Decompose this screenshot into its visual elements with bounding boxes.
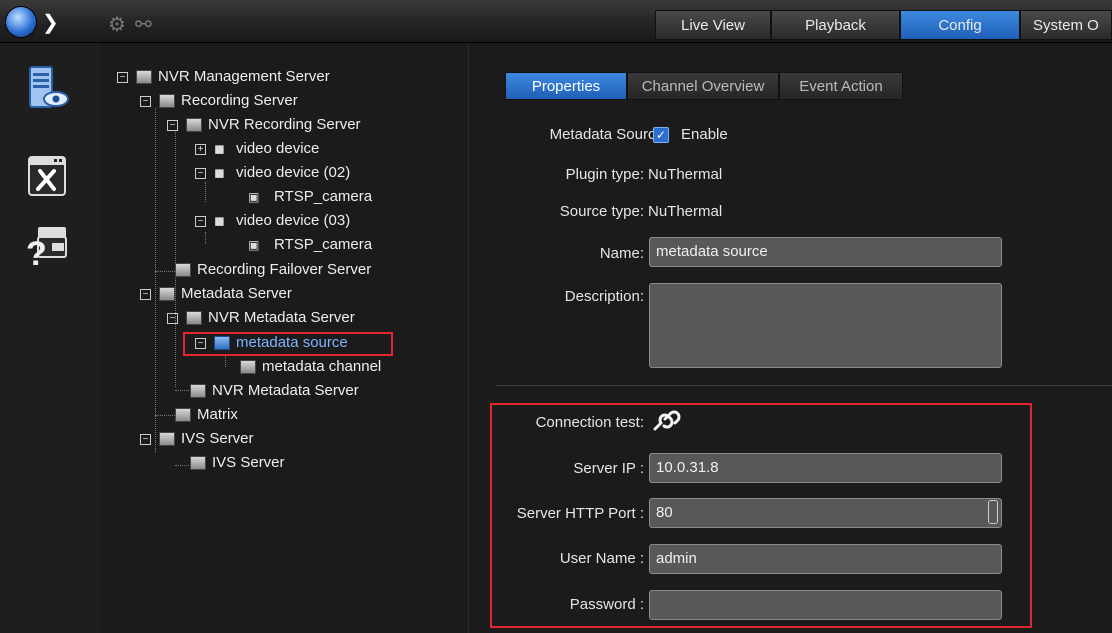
collapse-toggle-icon[interactable]: − — [195, 215, 206, 227]
tree-node-label: IVS Server — [212, 454, 285, 471]
name-field[interactable]: metadata source — [649, 237, 1002, 267]
tree-node-video-device-03[interactable]: − ◼ video device (03) — [195, 210, 350, 232]
collapse-toggle-icon[interactable]: − — [140, 288, 151, 300]
plugin-type-label: Plugin type: — [565, 166, 644, 183]
server-monitor-icon[interactable] — [24, 63, 70, 113]
tree-node-label: NVR Management Server — [158, 68, 330, 85]
tree-node-ivs-server[interactable]: IVS Server — [190, 452, 285, 474]
tree-node-matrix[interactable]: Matrix — [175, 404, 238, 426]
metadata-server-icon — [186, 311, 202, 326]
camera-icon: ◼ — [214, 213, 225, 229]
tab-playback[interactable]: Playback — [771, 10, 900, 40]
help-license-icon[interactable]: ? — [24, 221, 70, 271]
tree-node-label: Recording Server — [181, 92, 298, 109]
tree-node-label: RTSP_camera — [274, 188, 373, 205]
selection-highlight-box — [183, 332, 393, 356]
management-server-icon — [136, 70, 152, 85]
name-label: Name: — [599, 245, 644, 262]
tree-node-label: NVR Recording Server — [208, 116, 361, 133]
tree-node-nvr-metadata-server-offline[interactable]: NVR Metadata Server — [190, 380, 359, 402]
recording-server-icon — [186, 118, 202, 133]
rtsp-camera-icon: ▣ — [248, 190, 260, 205]
tree-node-rtsp-camera[interactable]: ▣ RTSP_camera — [248, 234, 372, 256]
metadata-server-icon — [159, 287, 175, 302]
settings-upload-icon[interactable]: ⚙ — [108, 12, 126, 37]
tree-node-label: IVS Server — [181, 430, 254, 447]
tree-node-management-server[interactable]: − NVR Management Server — [117, 66, 330, 88]
collapse-toggle-icon[interactable]: − — [140, 95, 151, 107]
recording-server-icon — [159, 94, 175, 109]
top-toolbar: ❯ ⚙ ⚯ Live View Playback Config System O — [0, 0, 1112, 43]
tab-event-action[interactable]: Event Action — [779, 72, 903, 100]
tab-properties[interactable]: Properties — [505, 72, 627, 100]
svg-text:?: ? — [26, 235, 47, 271]
tree-guide-line — [175, 465, 189, 466]
expand-toggle-icon[interactable]: + — [195, 143, 206, 155]
tree-node-metadata-server[interactable]: − Metadata Server — [140, 283, 292, 305]
section-divider — [495, 385, 1112, 386]
tree-guide-line — [205, 182, 206, 202]
tree-node-label: video device — [236, 140, 320, 157]
tree-guide-line — [175, 390, 189, 391]
tree-node-label: RTSP_camera — [274, 236, 373, 253]
camera-icon: ◼ — [214, 141, 225, 157]
disconnect-icon[interactable]: ⚯ — [135, 12, 152, 37]
source-type-value: NuThermal — [648, 203, 723, 220]
source-type-label: Source type: — [559, 203, 644, 220]
tree-node-ivs-server-group[interactable]: − IVS Server — [140, 428, 254, 450]
rtsp-camera-icon: ▣ — [248, 238, 260, 253]
ivs-server-icon — [190, 456, 206, 471]
collapse-toggle-icon[interactable]: − — [167, 119, 178, 131]
metadata-server-offline-icon — [190, 384, 206, 399]
matrix-icon — [175, 408, 191, 423]
tree-node-label: video device (02) — [236, 164, 351, 181]
enable-label: Enable — [681, 126, 728, 143]
tab-live-view[interactable]: Live View — [655, 10, 771, 40]
globe-menu-icon[interactable] — [6, 7, 36, 37]
tab-config[interactable]: Config — [900, 10, 1020, 40]
tab-channel-overview[interactable]: Channel Overview — [627, 72, 779, 100]
tree-node-nvr-metadata-server[interactable]: − NVR Metadata Server — [167, 307, 355, 329]
collapse-toggle-icon[interactable]: − — [117, 71, 128, 83]
tree-node-recording-server[interactable]: − Recording Server — [140, 90, 298, 112]
chevron-down-icon[interactable]: ❯ — [42, 10, 59, 35]
tree-guide-line — [225, 355, 226, 367]
camera-icon: ◼ — [214, 165, 225, 181]
tree-node-rtsp-camera[interactable]: ▣ RTSP_camera — [248, 186, 372, 208]
tree-node-label: Matrix — [197, 406, 238, 423]
tab-system-options[interactable]: System O — [1020, 10, 1112, 40]
metadata-source-label: Metadata Source: — [549, 126, 668, 143]
left-icon-rail: ? — [0, 43, 101, 633]
failover-server-icon — [175, 263, 191, 278]
connection-settings-highlight-box — [490, 403, 1032, 628]
collapse-toggle-icon[interactable]: − — [140, 433, 151, 445]
config-tools-icon[interactable] — [24, 151, 70, 201]
tree-node-label: Recording Failover Server — [197, 261, 372, 278]
tree-node-nvr-recording-server[interactable]: − NVR Recording Server — [167, 114, 361, 136]
tree-guide-line — [155, 271, 177, 272]
tree-node-label: NVR Metadata Server — [212, 382, 359, 399]
tree-node-label: Metadata Server — [181, 285, 292, 302]
ivs-server-icon — [159, 432, 175, 447]
collapse-toggle-icon[interactable]: − — [167, 312, 178, 324]
collapse-toggle-icon[interactable]: − — [195, 167, 206, 179]
tree-guide-line — [155, 108, 156, 453]
tree-node-metadata-channel[interactable]: metadata channel — [240, 356, 381, 378]
description-field[interactable] — [649, 283, 1002, 368]
tree-node-label: video device (03) — [236, 212, 351, 229]
metadata-channel-icon — [240, 360, 256, 375]
tree-node-label: metadata channel — [262, 358, 382, 375]
tree-guide-line — [205, 232, 206, 244]
tree-guide-line — [155, 415, 177, 416]
tree-node-recording-failover-server[interactable]: Recording Failover Server — [175, 259, 371, 281]
tree-node-label: NVR Metadata Server — [208, 309, 355, 326]
tree-node-video-device-02[interactable]: − ◼ video device (02) — [195, 162, 350, 184]
plugin-type-value: NuThermal — [648, 166, 723, 183]
tree-node-video-device[interactable]: + ◼ video device — [195, 138, 319, 160]
enable-checkbox[interactable]: ✓ — [653, 127, 669, 143]
description-label: Description: — [564, 288, 644, 305]
